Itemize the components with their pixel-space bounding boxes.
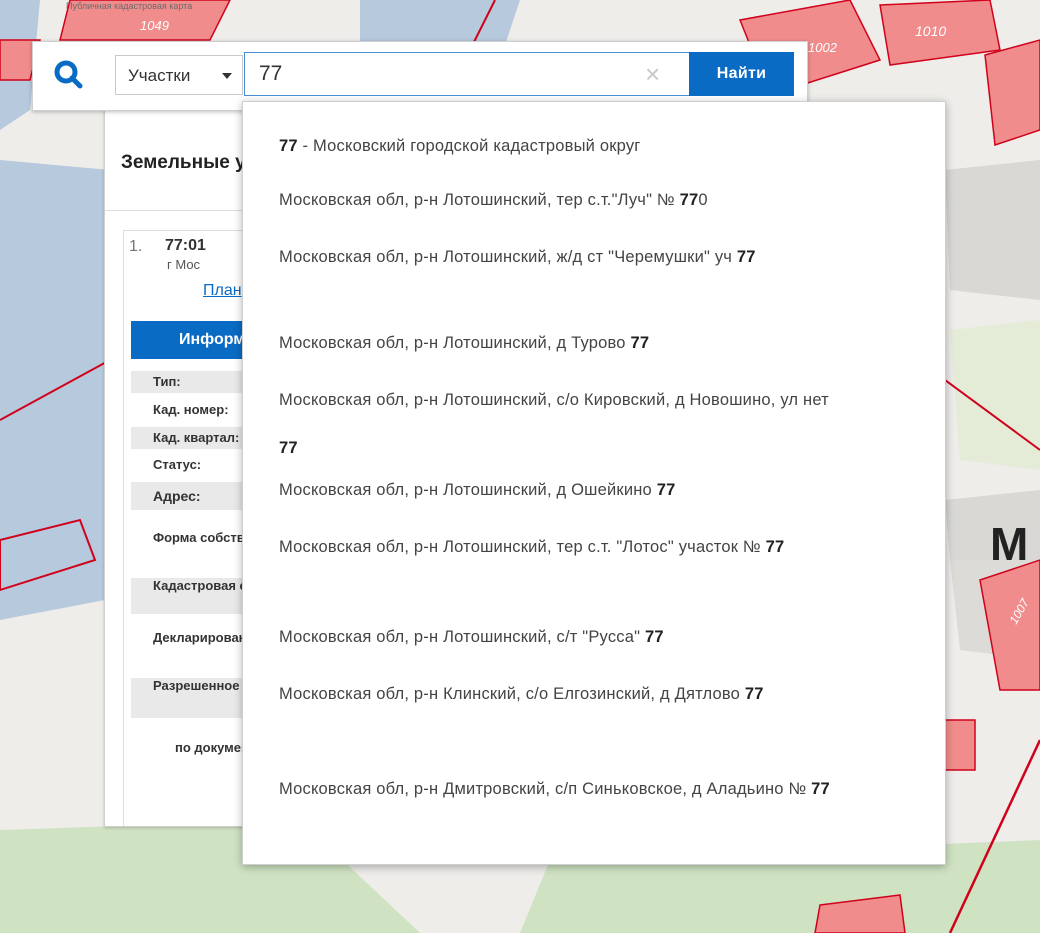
result-address: г Мос xyxy=(167,257,201,272)
map-parcel[interactable] xyxy=(984,39,1040,147)
find-button[interactable]: Найти xyxy=(689,52,794,96)
suggestion-item[interactable]: Московская обл, р-н Лотошинский, д Ошейк… xyxy=(279,470,919,510)
map-parcel-label: 1010 xyxy=(915,23,946,39)
suggestion-item[interactable]: Московская обл, р-н Лотошинский, тер с.т… xyxy=(279,180,919,220)
map-parcel-label: 1049 xyxy=(140,18,169,33)
result-number: 1. xyxy=(129,238,143,255)
search-icon[interactable] xyxy=(51,57,89,95)
suggestion-item[interactable]: Московская обл, р-н Клинский, с/о Елгози… xyxy=(279,670,899,718)
suggestion-item[interactable]: Московская обл, р-н Лотошинский, д Туров… xyxy=(279,323,919,363)
map-corner-label: Публичная кадастровая карта xyxy=(66,1,192,11)
suggestion-item[interactable]: Московская обл, р-н Лотошинский, с/о Кир… xyxy=(279,376,849,472)
suggestion-item[interactable]: Московская обл, р-н Лотошинский, с/т "Ру… xyxy=(279,617,919,657)
suggestion-item[interactable]: Московская обл, р-н Лотошинский, тер с.т… xyxy=(279,523,909,571)
map-parcel-label: 1002 xyxy=(808,40,838,55)
search-field[interactable]: × xyxy=(244,52,690,96)
suggestion-item[interactable]: 77 - Московский городской кадастровый ок… xyxy=(279,126,919,166)
suggestions-dropdown: 77 - Московский городской кадастровый ок… xyxy=(242,101,946,865)
search-type-dropdown[interactable]: Участки xyxy=(115,55,243,95)
search-type-label: Участки xyxy=(128,66,191,85)
map-green xyxy=(950,320,1040,470)
result-plan-link[interactable]: План xyxy=(203,282,242,300)
clear-icon[interactable]: × xyxy=(645,59,660,89)
suggestion-item[interactable]: Московская обл, р-н Дмитровский, с/п Син… xyxy=(279,765,879,813)
map-district-label: М xyxy=(990,518,1028,570)
suggestion-item[interactable]: Московская обл, р-н Лотошинский, ж/д ст … xyxy=(279,233,899,281)
caret-down-icon xyxy=(222,73,232,79)
result-kad-number[interactable]: 77:01 xyxy=(165,237,206,255)
search-input[interactable] xyxy=(259,59,619,89)
map-block xyxy=(945,160,1040,300)
